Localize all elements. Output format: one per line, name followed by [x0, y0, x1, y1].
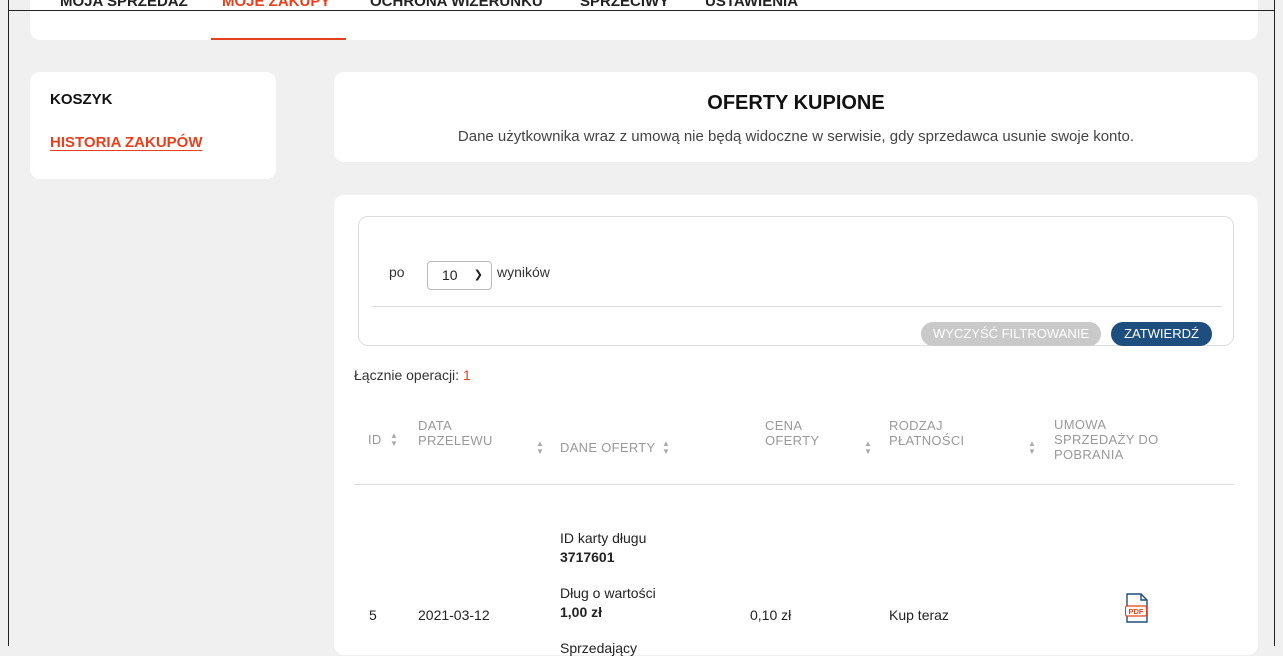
- per-page-select[interactable]: 10 ❯: [427, 261, 492, 290]
- table-header-divider: [354, 484, 1234, 485]
- column-header-data-przelewu[interactable]: DATA PRZELEWU: [418, 418, 493, 448]
- total-count: 1: [462, 367, 471, 383]
- active-tab-indicator: [211, 38, 346, 40]
- cell-date: 2021-03-12: [418, 607, 490, 623]
- svg-text:PDF: PDF: [1129, 607, 1144, 616]
- purchases-panel: po 10 ❯ wyników WYCZYŚĆ FILTROWANIE ZATW…: [334, 195, 1258, 656]
- window-edge-right: [1274, 0, 1275, 646]
- top-navigation: MOJA SPRZEDAŻ MOJE ZAKUPY OCHRONA WIZERU…: [30, 0, 1258, 40]
- column-header-rodzaj-platnosci[interactable]: RODZAJ PŁATNOŚCI: [889, 418, 964, 448]
- pdf-icon[interactable]: PDF: [1125, 593, 1149, 623]
- sort-payment-icon[interactable]: ▲ ▼: [1028, 440, 1038, 456]
- page-notice: Dane użytkownika wraz z umową nie będą w…: [457, 128, 1135, 145]
- column-header-cena-oferty[interactable]: CENA OFERTY: [765, 418, 819, 448]
- nav-ustawienia[interactable]: USTAWIENIA: [705, 0, 798, 30]
- offer-card-label: ID karty długu: [560, 530, 647, 546]
- column-header-umowa: UMOWA SPRZEDAŻY DO POBRANIA: [1054, 417, 1159, 462]
- window-edge-top: [8, 10, 1275, 11]
- per-page-prefix: po: [389, 264, 405, 280]
- offer-seller-label: Sprzedający: [560, 640, 638, 656]
- window-edge-left: [8, 0, 9, 646]
- nav-ochrona-wizerunku[interactable]: OCHRONA WIZERUNKU: [370, 0, 543, 30]
- sort-id-icon[interactable]: ▲ ▼: [390, 432, 400, 448]
- sidebar-item-koszyk[interactable]: KOSZYK: [50, 91, 113, 108]
- sidebar-item-historia-zakupow[interactable]: HISTORIA ZAKUPÓW: [50, 134, 203, 151]
- total-label: Łącznie operacji:: [354, 367, 460, 383]
- per-page-suffix: wyników: [497, 264, 550, 280]
- total-operations: Łącznie operacji: 1: [354, 367, 471, 383]
- offer-card-value: 3717601: [560, 549, 615, 565]
- sort-offer-icon[interactable]: ▲ ▼: [662, 440, 672, 456]
- sort-date-icon[interactable]: ▲ ▼: [536, 440, 546, 456]
- nav-sprzeciwy[interactable]: SPRZECIWY: [580, 0, 669, 30]
- sidebar: KOSZYK HISTORIA ZAKUPÓW: [30, 72, 276, 179]
- cell-price: 0,10 zł: [750, 607, 792, 623]
- offer-debt-value: 1,00 zł: [560, 604, 603, 620]
- confirm-button[interactable]: ZATWIERDŹ: [1111, 322, 1212, 346]
- nav-moje-zakupy[interactable]: MOJE ZAKUPY: [222, 0, 330, 30]
- page-title: OFERTY KUPIONE: [707, 92, 885, 114]
- per-page-value: 10: [442, 267, 458, 283]
- chevron-down-icon: ❯: [473, 269, 483, 281]
- nav-moja-sprzedaz[interactable]: MOJA SPRZEDAŻ: [60, 0, 188, 30]
- offer-debt-label: Dług o wartości: [560, 585, 656, 601]
- page-header: OFERTY KUPIONE Dane użytkownika wraz z u…: [334, 72, 1258, 162]
- column-header-id[interactable]: ID: [368, 432, 382, 447]
- sort-price-icon[interactable]: ▲ ▼: [864, 440, 874, 456]
- cell-payment: Kup teraz: [889, 607, 949, 623]
- column-header-dane-oferty[interactable]: DANE OFERTY: [560, 440, 656, 455]
- cell-id: 5: [369, 607, 377, 623]
- clear-filters-button[interactable]: WYCZYŚĆ FILTROWANIE: [921, 322, 1101, 346]
- filter-box: po 10 ❯ wyników WYCZYŚĆ FILTROWANIE ZATW…: [358, 216, 1234, 346]
- divider: [372, 306, 1222, 307]
